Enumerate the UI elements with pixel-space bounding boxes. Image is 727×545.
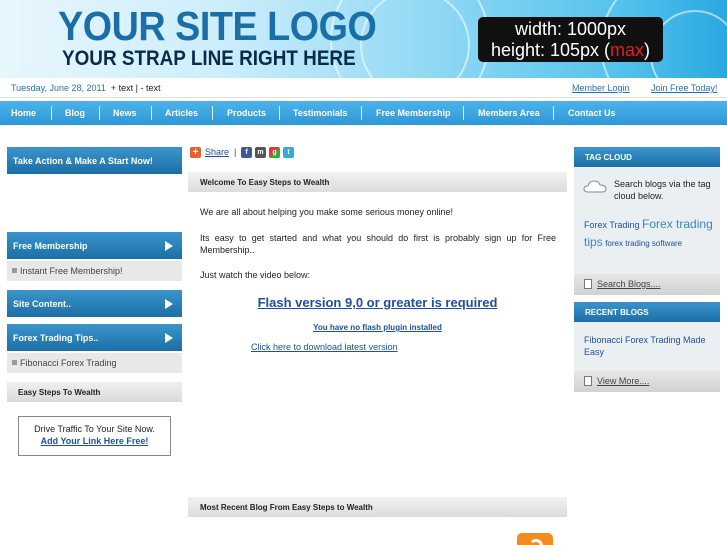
tag-list: Forex Trading Forex trading tips forex t…	[584, 216, 716, 252]
nav-separator	[553, 106, 554, 120]
site-content-header[interactable]: Site Content..	[7, 290, 182, 317]
ad-text: Drive Traffic To Your Site Now.	[34, 424, 155, 434]
nav-separator	[99, 106, 100, 120]
free-membership-label: Free Membership	[13, 240, 88, 251]
view-more-footer: View More....	[574, 371, 720, 392]
site-logo[interactable]: YOUR SITE LOGO	[58, 2, 377, 50]
recent-blogs-header: RECENT BLOGS	[574, 302, 720, 322]
share-separator: |	[234, 147, 237, 157]
nav-separator	[361, 106, 362, 120]
easy-steps-label: Easy Steps To Wealth	[18, 388, 101, 397]
nav-separator	[212, 106, 213, 120]
bullet-icon	[12, 360, 17, 365]
search-blogs-footer: Search Blogs....	[574, 274, 720, 295]
nav-separator	[279, 106, 280, 120]
google-icon[interactable]: g	[269, 147, 280, 158]
nav-home[interactable]: Home	[11, 108, 36, 118]
add-link-button[interactable]: Add Your Link Here Free!	[19, 436, 170, 446]
document-icon	[584, 279, 592, 289]
easy-steps-header: Easy Steps To Wealth	[7, 382, 182, 402]
header-dimension-note: width: 1000px height: 105px (max)	[478, 17, 663, 62]
ad-box: Drive Traffic To Your Site Now. Add Your…	[18, 416, 171, 456]
fibonacci-forex-link[interactable]: Fibonacci Forex Trading	[20, 358, 117, 368]
join-free-link[interactable]: Join Free Today!	[651, 83, 717, 93]
recent-blog-link[interactable]: Fibonacci Forex Trading Made Easy	[584, 334, 714, 358]
take-action-label: Take Action & Make A Start Now!	[13, 155, 153, 166]
document-icon	[584, 376, 592, 386]
nav-members-area[interactable]: Members Area	[478, 108, 540, 118]
nav-blog[interactable]: Blog	[65, 108, 85, 118]
site-content-label: Site Content..	[13, 298, 71, 309]
take-action-box[interactable]: Take Action & Make A Start Now!	[7, 147, 182, 174]
instant-free-membership-link[interactable]: Instant Free Membership!	[20, 266, 123, 276]
forex-tips-label: Forex Trading Tips..	[13, 332, 99, 343]
nav-free-membership[interactable]: Free Membership	[376, 108, 451, 118]
nav-testimonials[interactable]: Testimonials	[293, 108, 347, 118]
cloud-icon	[583, 180, 607, 193]
dimension-height: height: 105px (max)	[490, 40, 651, 60]
nav-separator	[463, 106, 464, 120]
tag-forex-trading[interactable]: Forex Trading	[584, 220, 640, 230]
free-membership-header[interactable]: Free Membership	[7, 232, 182, 259]
flash-required-link[interactable]: Flash version 9,0 or greater is required	[188, 295, 567, 310]
intro-paragraph: We are all about helping you make some s…	[200, 207, 453, 217]
nav-news[interactable]: News	[113, 108, 137, 118]
rss-icon[interactable]	[517, 533, 553, 545]
max-label: max	[610, 40, 645, 60]
site-header: YOUR SITE LOGO YOUR STRAP LINE RIGHT HER…	[0, 0, 727, 78]
facebook-icon[interactable]: f	[241, 147, 252, 158]
arrow-right-icon	[165, 332, 173, 343]
search-blogs-link[interactable]: Search Blogs....	[597, 279, 661, 289]
top-info-bar: Tuesday, June 28, 2011 + text | - text M…	[0, 78, 727, 98]
twitter-icon[interactable]: t	[283, 147, 294, 158]
nav-separator	[151, 106, 152, 120]
nav-contact-us[interactable]: Contact Us	[568, 108, 616, 118]
main-nav: Home Blog News Articles Products Testimo…	[0, 101, 727, 125]
rss-arc	[529, 539, 543, 545]
welcome-header: Welcome To Easy Steps to Wealth	[188, 172, 567, 192]
tag-cloud-description: Search blogs via the tag cloud below.	[614, 179, 711, 201]
member-login-link[interactable]: Member Login	[572, 83, 630, 93]
no-flash-plugin-link[interactable]: You have no flash plugin installed	[188, 323, 567, 332]
share-link[interactable]: Share	[205, 147, 229, 157]
video-paragraph: Just watch the video below:	[200, 270, 311, 280]
view-more-link[interactable]: View More....	[597, 376, 649, 386]
recent-blog-title: Most Recent Blog From Easy Steps to Weal…	[200, 503, 373, 512]
strap-line: YOUR STRAP LINE RIGHT HERE	[62, 47, 356, 70]
nav-articles[interactable]: Articles	[165, 108, 198, 118]
list-item[interactable]: Fibonacci Forex Trading	[7, 353, 182, 373]
recent-blog-header: Most Recent Blog From Easy Steps to Weal…	[188, 497, 567, 517]
bullet-icon	[12, 268, 17, 273]
tag-cloud-title: TAG CLOUD	[585, 153, 632, 162]
welcome-title: Welcome To Easy Steps to Wealth	[200, 178, 330, 187]
list-item[interactable]: Instant Free Membership!	[7, 261, 182, 281]
nav-products[interactable]: Products	[227, 108, 266, 118]
forex-tips-header[interactable]: Forex Trading Tips..	[7, 324, 182, 351]
tag-forex-trading-software[interactable]: forex trading software	[605, 239, 682, 248]
arrow-right-icon	[165, 240, 173, 251]
signup-paragraph: Its easy to get started and what you sho…	[200, 233, 556, 255]
download-flash-link[interactable]: Click here to download latest version	[251, 342, 398, 352]
nav-separator	[51, 106, 52, 120]
arrow-right-icon	[165, 298, 173, 309]
text-size-controls[interactable]: + text | - text	[111, 83, 161, 93]
myspace-icon[interactable]: m	[255, 147, 266, 158]
plus-icon[interactable]: +	[190, 147, 201, 158]
decorative-swirl	[360, 0, 470, 78]
recent-blogs-title: RECENT BLOGS	[585, 308, 649, 317]
dimension-width: width: 1000px	[514, 19, 627, 39]
current-date: Tuesday, June 28, 2011 + text | - text	[11, 83, 161, 93]
tag-cloud-header: TAG CLOUD	[574, 147, 720, 167]
